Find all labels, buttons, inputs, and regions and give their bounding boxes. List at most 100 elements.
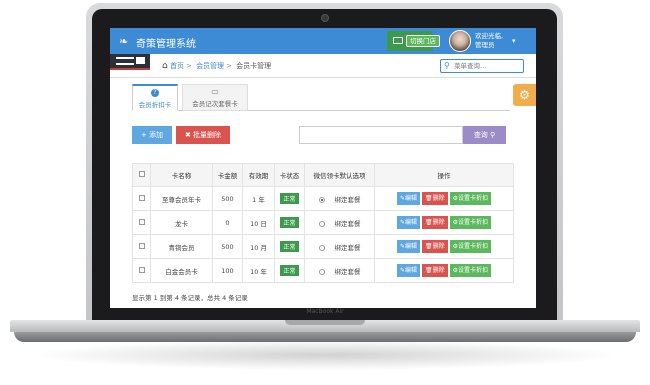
edit-button[interactable]: ✎编辑 (396, 192, 420, 205)
menu-icon (116, 57, 134, 65)
edit-button[interactable]: ✎编辑 (396, 240, 420, 253)
query-button[interactable]: 查询 ⚲ (463, 126, 506, 144)
edit-button[interactable]: ✎编辑 (396, 264, 420, 277)
delete-button[interactable]: 🗑删除 (422, 240, 448, 253)
card-status: 正常 (274, 210, 305, 235)
breadcrumb: ⌂ 首页 > 会员管理 > 会员卡管理 (162, 61, 272, 71)
wechat-default: 绑定套餐 (304, 186, 375, 211)
status-badge: 正常 (280, 217, 299, 228)
search-icon: ⚲ (444, 61, 450, 70)
sidebar-toggle[interactable] (110, 54, 150, 68)
search-icon: ⚲ (490, 131, 496, 139)
card-status: 正常 (274, 186, 305, 211)
laptop-shadow (30, 340, 620, 370)
default-radio[interactable] (318, 268, 325, 275)
table-row: 龙卡 0 10 日 正常 绑定套餐 ✎编辑 🗑删除 ⚙设置卡折扣 (132, 210, 514, 235)
card-amount: 500 (212, 234, 243, 259)
card-icon (393, 37, 403, 44)
menu-search-input[interactable] (454, 61, 522, 71)
laptop-notch (285, 320, 365, 325)
menu-search[interactable]: ⚲ (440, 59, 524, 73)
status-badge: 正常 (280, 193, 299, 204)
breadcrumb-member-management[interactable]: 会员管理 (196, 62, 224, 70)
card-amount: 500 (212, 186, 243, 211)
tab-label: 会员记次套餐卡 (192, 100, 238, 108)
bind-package-link[interactable]: 绑定套餐 (335, 196, 361, 204)
col-header: 操作 (374, 163, 514, 187)
set-discount-button[interactable]: ⚙设置卡折扣 (449, 264, 492, 277)
set-discount-button[interactable]: ⚙设置卡折扣 (449, 192, 492, 205)
col-header: 有效期 (242, 163, 275, 187)
laptop-base-bottom (14, 332, 636, 342)
card-status: 正常 (274, 258, 305, 283)
avatar[interactable] (449, 30, 471, 52)
row-actions: ✎编辑 🗑删除 ⚙设置卡折扣 (374, 234, 514, 259)
switch-store-button[interactable]: 切换门店 (406, 35, 440, 47)
plus-icon: + (140, 131, 147, 139)
row-checkbox[interactable] (132, 210, 151, 235)
query-label: 查询 (473, 131, 488, 139)
camera-icon (321, 14, 329, 22)
bind-package-link[interactable]: 绑定套餐 (335, 268, 361, 276)
batch-delete-button[interactable]: ✖ 批量删除 (176, 126, 230, 144)
bind-package-link[interactable]: 绑定套餐 (335, 220, 361, 228)
pagination-summary: 显示第 1 到第 4 条记录，总共 4 条记录 (132, 294, 248, 302)
device-brand: MacBook Air (306, 308, 344, 315)
default-radio[interactable] (318, 244, 325, 251)
add-button[interactable]: + 添加 (132, 126, 172, 144)
card-name: 至尊会员年卡 (150, 186, 213, 211)
row-checkbox[interactable] (132, 186, 151, 211)
tab-discount-card[interactable]: ? 会员折扣卡 (132, 84, 178, 111)
close-icon: ✖ (184, 131, 191, 139)
home-icon[interactable]: ⌂ (162, 61, 168, 71)
card-name: 白金会员卡 (150, 258, 213, 283)
status-badge: 正常 (280, 265, 299, 276)
card-validity: 1 年 (242, 186, 275, 211)
default-radio[interactable] (318, 196, 325, 203)
wechat-default: 绑定套餐 (304, 234, 375, 259)
edit-button[interactable]: ✎编辑 (396, 216, 420, 229)
top-bar: ❧ 奇策管理系统 切换门店 欢迎光临, 管理员 ▾ (110, 28, 536, 54)
status-badge: 正常 (280, 241, 299, 252)
row-checkbox[interactable] (132, 234, 151, 259)
breadcrumb-home[interactable]: 首页 (170, 62, 184, 70)
set-discount-button[interactable]: ⚙设置卡折扣 (449, 216, 492, 229)
card-validity: 10 年 (242, 258, 275, 283)
delete-button[interactable]: 🗑删除 (422, 216, 448, 229)
default-radio[interactable] (318, 220, 325, 227)
user-role: 管理员 (475, 41, 495, 49)
row-actions: ✎编辑 🗑删除 ⚙设置卡折扣 (374, 186, 514, 211)
welcome-text: 欢迎光临, (475, 32, 504, 40)
set-discount-button[interactable]: ⚙设置卡折扣 (449, 240, 492, 253)
breadcrumb-current: 会员卡管理 (236, 62, 272, 70)
table-row: 青铜会员 500 10 月 正常 绑定套餐 ✎编辑 🗑删除 ⚙设置卡折扣 (132, 234, 514, 259)
select-all-checkbox[interactable] (132, 163, 151, 187)
question-circle-icon: ? (151, 89, 159, 97)
card-validity: 10 月 (242, 234, 275, 259)
row-checkbox[interactable] (132, 258, 151, 283)
app-title: 奇策管理系统 (136, 39, 196, 50)
user-info[interactable]: 欢迎光临, 管理员 (475, 32, 503, 50)
wechat-default: 绑定套餐 (304, 258, 375, 283)
card-validity: 10 日 (242, 210, 275, 235)
delete-button[interactable]: 🗑删除 (422, 264, 448, 277)
tab-label: 会员折扣卡 (138, 101, 172, 109)
delete-button[interactable]: 🗑删除 (422, 192, 448, 205)
member-card-table: 卡名称 卡金额 有效期 卡状态 微信领卡默认选项 操作 至尊会员年卡 500 1… (132, 163, 514, 283)
col-header: 卡状态 (274, 163, 305, 187)
bind-package-link[interactable]: 绑定套餐 (335, 244, 361, 252)
batch-delete-label: 批量删除 (193, 131, 222, 139)
nav-bar: ⌂ 首页 > 会员管理 > 会员卡管理 ⚲ (110, 54, 536, 78)
card-amount: 0 (212, 210, 243, 235)
card-status: 正常 (274, 234, 305, 259)
tab-count-package-card[interactable]: ▭ 会员记次套餐卡 (182, 84, 248, 111)
gear-icon[interactable]: ⚙ (513, 84, 536, 106)
card-name: 青铜会员 (150, 234, 213, 259)
row-actions: ✎编辑 🗑删除 ⚙设置卡折扣 (374, 258, 514, 283)
wechat-default: 绑定套餐 (304, 210, 375, 235)
row-actions: ✎编辑 🗑删除 ⚙设置卡折扣 (374, 210, 514, 235)
table-row: 白金会员卡 100 10 年 正常 绑定套餐 ✎编辑 🗑删除 ⚙设置卡折扣 (132, 258, 514, 283)
query-input[interactable] (299, 126, 463, 144)
chevron-down-icon[interactable]: ▾ (512, 37, 516, 45)
credit-card-icon: ▭ (211, 87, 219, 96)
